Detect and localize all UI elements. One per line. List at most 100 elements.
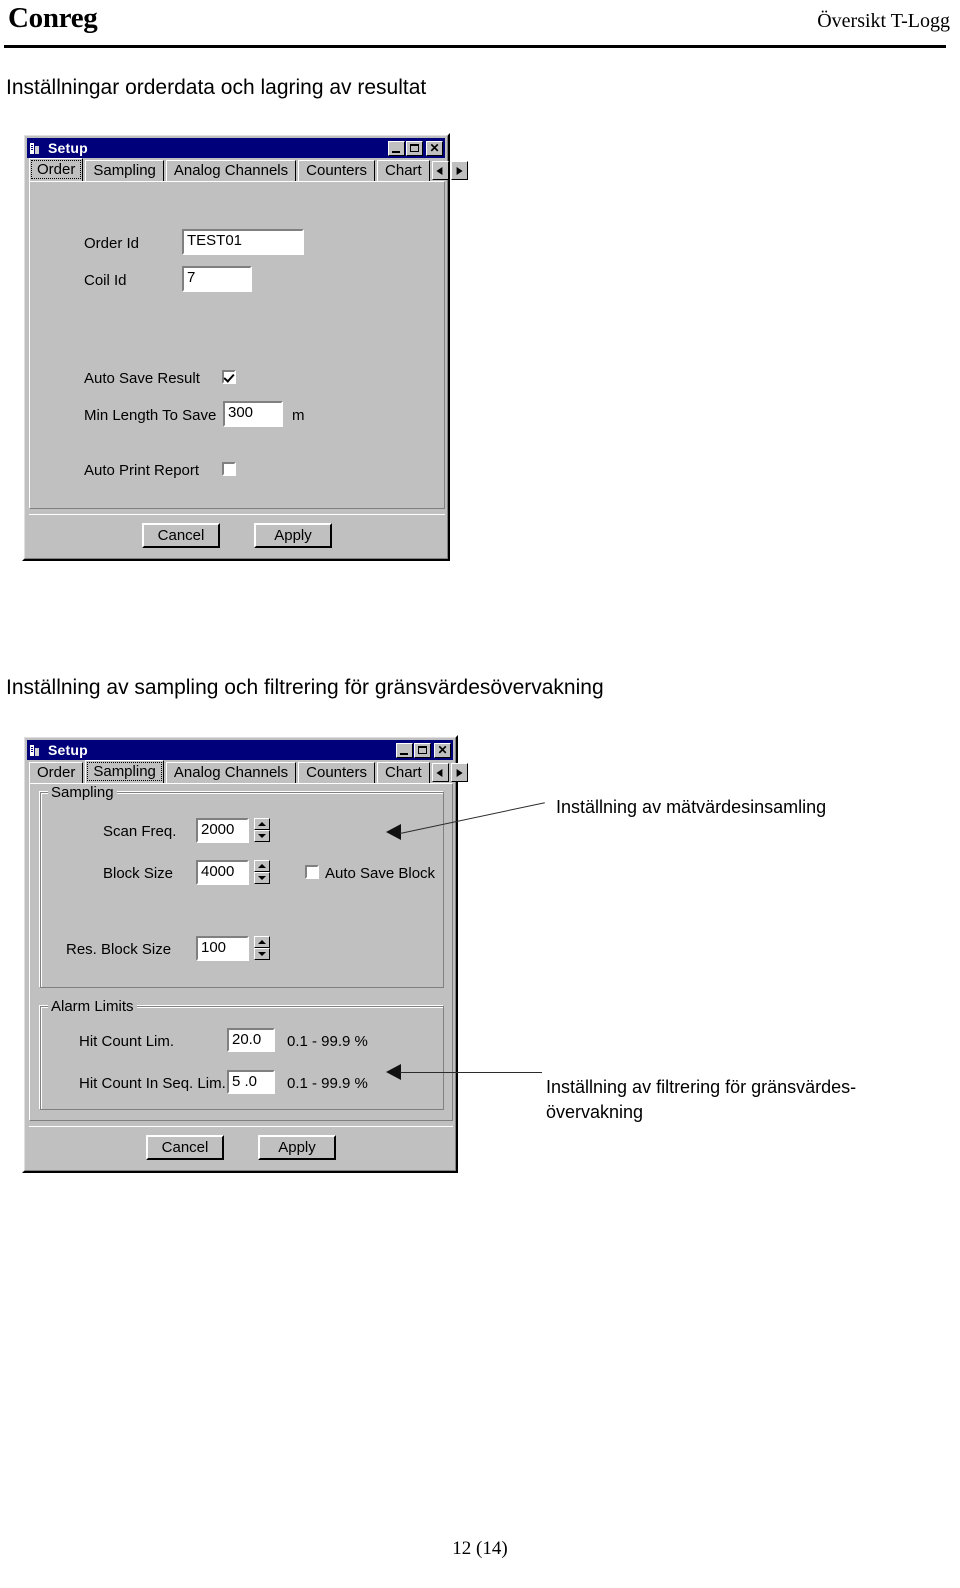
window-controls: ✕: [388, 140, 443, 156]
res-block-size-spinner[interactable]: [254, 936, 270, 960]
section-heading-order: Inställningar orderdata och lagring av r…: [6, 76, 427, 99]
block-size-spinner[interactable]: [254, 860, 270, 884]
titlebar-2[interactable]: Setup ✕: [27, 740, 453, 760]
tab-scroll-prev-button[interactable]: [431, 763, 449, 782]
tab-scroll-controls-2: [431, 763, 470, 783]
minimize-icon: [400, 752, 408, 755]
hit-count-lim-input[interactable]: 20.0: [227, 1028, 275, 1052]
hit-count-in-seq-lim-range: 0.1 - 99.9 %: [287, 1075, 368, 1092]
auto-save-block-label: Auto Save Block: [325, 865, 436, 882]
tab-counters[interactable]: Counters: [298, 762, 376, 783]
min-length-to-save-label: Min Length To Save: [84, 407, 217, 424]
apply-button[interactable]: Apply: [258, 1135, 336, 1160]
titlebar-label-2: Setup: [48, 742, 88, 758]
auto-save-result-checkbox[interactable]: [222, 370, 236, 384]
arrow-head-icon: [386, 824, 401, 840]
order-id-label: Order Id: [84, 235, 140, 252]
tab-sampling[interactable]: Sampling: [85, 160, 164, 181]
tab-page-order: Order Id TEST01 Coil Id 7 Auto Save Resu…: [29, 181, 445, 509]
scan-freq-input[interactable]: 2000: [196, 818, 249, 843]
auto-save-result-label: Auto Save Result: [84, 370, 200, 387]
tab-counters[interactable]: Counters: [298, 160, 376, 181]
tab-order[interactable]: Order: [29, 158, 84, 181]
chevron-right-icon: [456, 166, 463, 175]
dialog-button-bar-2: Cancel Apply: [29, 1126, 453, 1168]
maximize-icon: [418, 745, 427, 754]
tab-chart[interactable]: Chart: [377, 160, 430, 181]
hit-count-lim-label: Hit Count Lim.: [79, 1033, 175, 1050]
arrow-head-icon: [386, 1064, 401, 1080]
setup-dialog-order[interactable]: Setup ✕ Order Sampling Analog Channels C…: [22, 133, 468, 561]
page-footer: 12 (14): [0, 1538, 960, 1560]
alarm-limits-groupbox: Alarm Limits Hit Count Lim. 20.0 0.1 - 9…: [40, 998, 444, 1110]
minimize-button[interactable]: [396, 742, 413, 758]
setup-dialog-sampling[interactable]: Setup ✕ Order Sampling Analog Channels C…: [22, 735, 468, 1173]
close-button[interactable]: ✕: [434, 742, 451, 758]
tab-scroll-prev-button[interactable]: [431, 161, 449, 180]
res-block-size-input[interactable]: 100: [196, 936, 249, 961]
minimize-icon: [392, 150, 400, 153]
alarm-limits-group-legend: Alarm Limits: [48, 998, 137, 1015]
tab-sampling[interactable]: Sampling: [85, 760, 164, 783]
maximize-button[interactable]: [414, 742, 431, 758]
tab-scroll-next-button[interactable]: [450, 161, 468, 180]
auto-print-report-label: Auto Print Report: [84, 462, 200, 479]
window-controls-2: ✕: [396, 742, 451, 758]
leader-line: [400, 1072, 542, 1073]
tab-analog-channels[interactable]: Analog Channels: [165, 762, 297, 783]
brand-title: Conreg: [8, 2, 98, 34]
dialog-button-bar: Cancel Apply: [29, 514, 445, 556]
dialog-inner-frame: Setup ✕ Order Sampling Analog Channels C…: [24, 135, 468, 559]
scan-freq-spinner[interactable]: [254, 818, 270, 842]
tab-scroll-next-button[interactable]: [450, 763, 468, 782]
maximize-button[interactable]: [406, 140, 423, 156]
block-size-spin-down-icon[interactable]: [254, 872, 270, 884]
section-heading-sampling: Inställning av sampling och filtrering f…: [6, 676, 604, 699]
chevron-right-icon: [456, 768, 463, 777]
min-length-unit-label: m: [292, 407, 305, 424]
chevron-left-icon: [436, 166, 443, 175]
chevron-left-icon: [436, 768, 443, 777]
page-header: Conreg Översikt T-Logg: [0, 0, 960, 48]
block-size-spin-up-icon[interactable]: [254, 860, 270, 872]
coil-id-input[interactable]: 7: [182, 266, 252, 292]
scan-freq-spin-down-icon[interactable]: [254, 830, 270, 842]
auto-print-report-checkbox[interactable]: [222, 462, 236, 476]
tabstrip-2[interactable]: Order Sampling Analog Channels Counters …: [27, 760, 468, 783]
document-title: Översikt T-Logg: [817, 10, 950, 32]
tab-order[interactable]: Order: [29, 762, 84, 783]
setup-app-icon: [29, 743, 45, 758]
res-block-size-spin-up-icon[interactable]: [254, 936, 270, 948]
maximize-icon: [410, 143, 419, 152]
res-block-size-spin-down-icon[interactable]: [254, 948, 270, 960]
scan-freq-spin-up-icon[interactable]: [254, 818, 270, 830]
close-icon: ✕: [437, 742, 448, 757]
titlebar[interactable]: Setup ✕: [27, 138, 445, 158]
apply-button[interactable]: Apply: [254, 523, 332, 548]
hit-count-in-seq-lim-label: Hit Count In Seq. Lim.: [79, 1075, 226, 1092]
hit-count-lim-range: 0.1 - 99.9 %: [287, 1033, 368, 1050]
tab-chart[interactable]: Chart: [377, 762, 430, 783]
sampling-groupbox: Sampling Scan Freq. 2000 Block Size 4000…: [40, 784, 444, 988]
minimize-button[interactable]: [388, 140, 405, 156]
hit-count-in-seq-lim-input[interactable]: 5 .0: [227, 1070, 275, 1094]
annotation-sampling-collection: Inställning av mätvärdesinsamling: [556, 797, 827, 817]
min-length-to-save-input[interactable]: 300: [223, 401, 283, 427]
order-id-input[interactable]: TEST01: [182, 229, 304, 255]
cancel-button[interactable]: Cancel: [146, 1135, 224, 1160]
tabstrip[interactable]: Order Sampling Analog Channels Counters …: [27, 158, 468, 181]
block-size-input[interactable]: 4000: [196, 860, 249, 885]
cancel-button[interactable]: Cancel: [142, 523, 220, 548]
tab-scroll-controls: [431, 161, 470, 181]
annotation-filter-monitoring: Inställning av filtrering för gränsvärde…: [546, 1077, 857, 1122]
tab-analog-channels[interactable]: Analog Channels: [165, 160, 297, 181]
res-block-size-label: Res. Block Size: [66, 941, 172, 958]
auto-save-block-checkbox[interactable]: [305, 865, 319, 879]
close-icon: ✕: [429, 140, 440, 155]
dialog-inner-frame-2: Setup ✕ Order Sampling Analog Channels C…: [24, 737, 468, 1171]
sampling-group-legend: Sampling: [48, 784, 117, 801]
coil-id-label: Coil Id: [84, 272, 127, 289]
close-button[interactable]: ✕: [426, 140, 443, 156]
titlebar-label: Setup: [48, 140, 88, 156]
block-size-label: Block Size: [103, 865, 174, 882]
